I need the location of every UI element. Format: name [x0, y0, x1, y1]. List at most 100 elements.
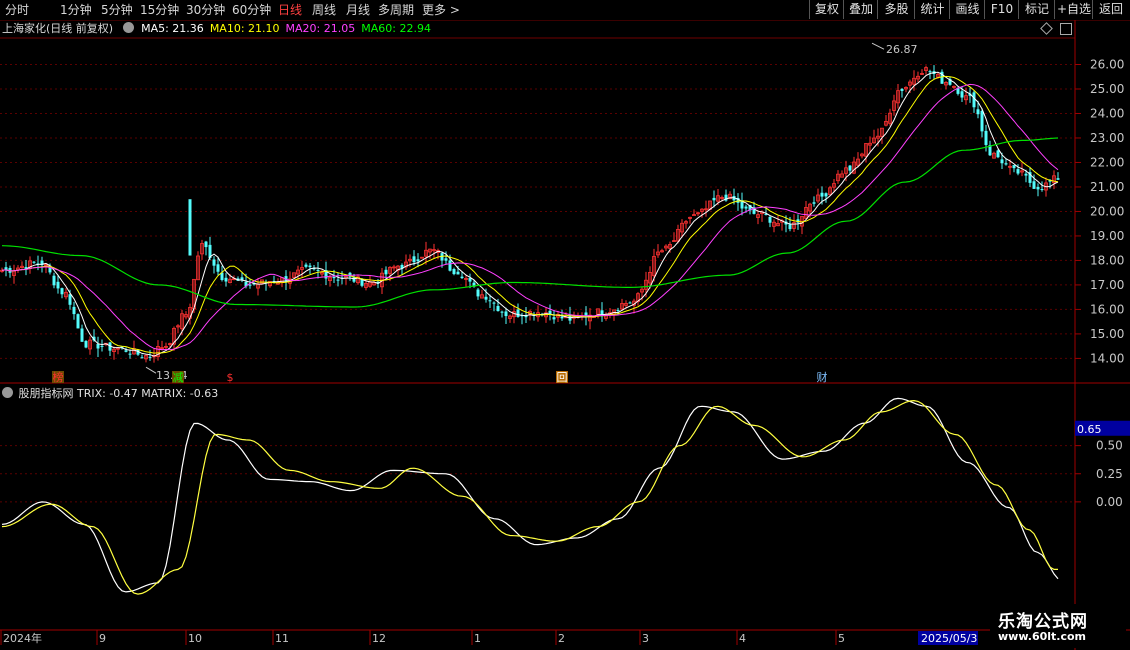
date-highlight-label: 2025/05/3 [921, 632, 977, 645]
candle-body [332, 276, 336, 279]
candle-body [476, 289, 480, 297]
candle-body [316, 269, 320, 271]
price-axis-label: 23.00 [1090, 131, 1124, 145]
candle-body [488, 300, 492, 302]
candle-body [468, 278, 472, 282]
candle-body [768, 216, 772, 223]
candle-body [84, 340, 88, 348]
price-axis-label: 16.00 [1090, 302, 1124, 316]
date-axis-label: 1 [474, 632, 481, 645]
indicator-axis-label: 0.50 [1096, 439, 1123, 453]
candle-body [980, 110, 984, 132]
event-marker-1[interactable]: 减 [173, 371, 184, 384]
candle-body [124, 350, 128, 352]
candle-body [1036, 186, 1040, 190]
price-axis-label: 25.00 [1090, 82, 1124, 96]
price-axis-label: 20.00 [1090, 204, 1124, 218]
event-marker-3[interactable]: 回 [557, 371, 568, 384]
candle-body [308, 265, 312, 268]
candle-body [128, 353, 132, 355]
candle-body [960, 91, 964, 98]
candle-body [976, 109, 980, 115]
candle-body [352, 277, 356, 282]
high-price-label: 26.87 [886, 43, 918, 56]
event-marker-0[interactable]: 榜 [53, 370, 64, 384]
candle-body [96, 344, 100, 349]
candle-body [552, 317, 556, 320]
candle-body [1000, 159, 1004, 164]
date-axis-label: 5 [838, 632, 845, 645]
indicator-axis-label: 0.00 [1096, 495, 1123, 509]
candle-body [56, 281, 60, 289]
candle-body [1016, 169, 1020, 174]
candle-body [456, 271, 460, 275]
candle-body [628, 302, 632, 304]
candle-body [492, 302, 496, 304]
high-pointer [871, 42, 885, 50]
logo-title: 乐淘公式网 [998, 612, 1088, 632]
candle-body [928, 71, 932, 73]
candle-body [900, 88, 904, 91]
candle-body [148, 356, 152, 358]
candle-body [516, 309, 520, 317]
candle-body [500, 311, 504, 313]
candle-body [1056, 178, 1060, 180]
candle-body [848, 165, 852, 171]
date-axis-label: 4 [739, 632, 746, 645]
candle-body [1012, 165, 1016, 169]
candle-body [812, 202, 816, 204]
candle-body [616, 309, 620, 311]
candle-body [248, 284, 252, 286]
candle-body [384, 269, 388, 275]
candle-body [984, 130, 988, 145]
candle-body [52, 275, 56, 286]
candle-body [304, 264, 308, 267]
candle-body [460, 276, 464, 279]
event-marker-2[interactable]: $ [227, 371, 234, 384]
candle-body [996, 150, 1000, 158]
candle-body [820, 192, 824, 197]
site-logo: 乐淘公式网 www.60lt.com [990, 604, 1126, 648]
candle-body [1040, 189, 1044, 191]
candle-body [504, 311, 508, 317]
candle-body [1004, 163, 1008, 165]
price-axis-label: 17.00 [1090, 278, 1124, 292]
date-axis-label: 10 [188, 632, 202, 645]
price-axis-label: 19.00 [1090, 229, 1124, 243]
price-axis-label: 18.00 [1090, 253, 1124, 267]
candle-body [416, 259, 420, 262]
candle-body [216, 264, 220, 272]
candle-body [188, 199, 192, 256]
date-axis-label: 2 [558, 632, 565, 645]
candle-body [4, 267, 8, 270]
candle-body [1032, 181, 1036, 189]
logo-url: www.60lt.com [998, 630, 1087, 643]
candle-body [452, 269, 456, 275]
indicator-value-text: 0.65 [1077, 423, 1102, 436]
price-axis-label: 14.00 [1090, 351, 1124, 365]
indicator-axis-label: 0.25 [1096, 467, 1123, 481]
matrix-line [1, 399, 1058, 595]
event-marker-4[interactable]: 财 [817, 370, 828, 384]
candle-body [972, 92, 976, 108]
price-axis-label: 15.00 [1090, 327, 1124, 341]
price-axis-label: 21.00 [1090, 180, 1124, 194]
date-axis-label: 2024年 [3, 631, 42, 645]
date-axis-label: 11 [275, 632, 289, 645]
candle-body [72, 306, 76, 315]
price-axis-label: 22.00 [1090, 155, 1124, 169]
kline-chart[interactable]: 26.8713.64 26.0025.0024.0023.0022.0021.0… [0, 0, 1130, 650]
date-axis-label: 9 [99, 632, 106, 645]
price-axis-label: 24.00 [1090, 106, 1124, 120]
candle-body [788, 224, 792, 230]
candle-body [560, 316, 564, 319]
candle-body [140, 357, 144, 359]
price-axis-label: 26.00 [1090, 57, 1124, 71]
date-axis-label: 12 [372, 632, 386, 645]
candle-body [444, 258, 448, 261]
candle-body [204, 241, 208, 248]
candle-body [484, 296, 488, 300]
candle-body [744, 206, 748, 209]
candle-body [60, 288, 64, 295]
candle-body [336, 279, 340, 281]
